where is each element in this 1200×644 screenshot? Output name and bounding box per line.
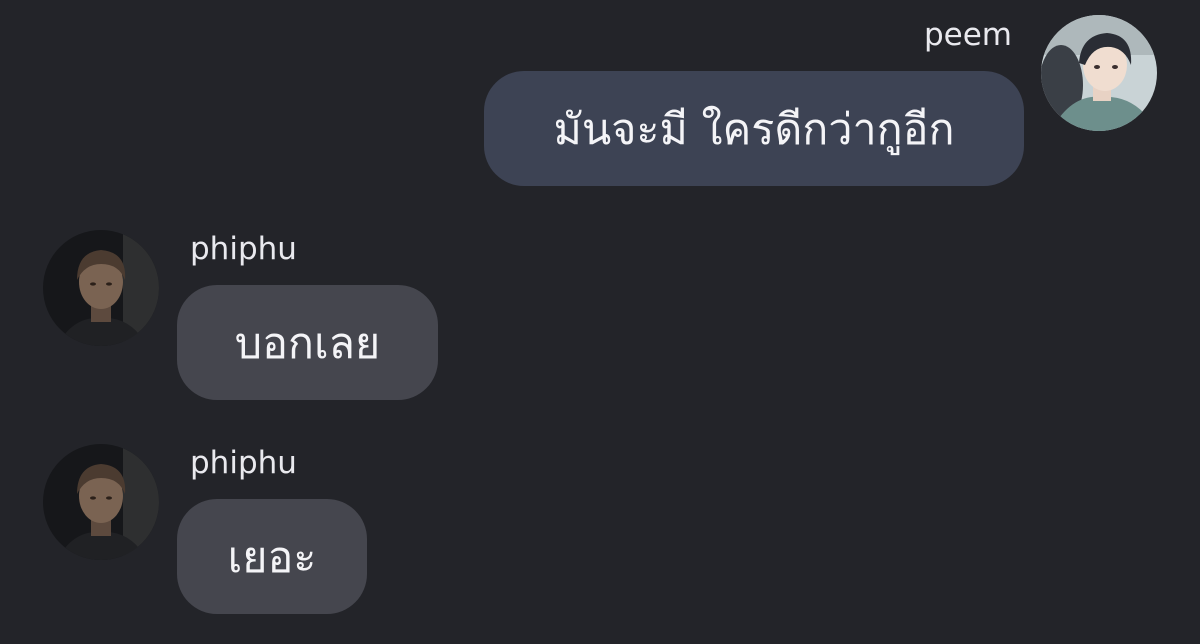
sender-name: phiphu (190, 445, 297, 481)
user-avatar-phiphu-icon[interactable] (43, 230, 159, 346)
chat-thread: peem มันจะมี ใครดีกว่ากูอีก phiphu บอกเล… (0, 0, 1200, 644)
user-avatar-peem-icon[interactable] (1041, 15, 1157, 131)
sender-name: peem (923, 17, 1012, 53)
sender-name: phiphu (190, 231, 297, 267)
message-bubble[interactable]: มันจะมี ใครดีกว่ากูอีก (484, 71, 1024, 186)
message-bubble[interactable]: บอกเลย (177, 285, 438, 400)
message-bubble[interactable]: เยอะ (177, 499, 367, 614)
user-avatar-phiphu-icon[interactable] (43, 444, 159, 560)
